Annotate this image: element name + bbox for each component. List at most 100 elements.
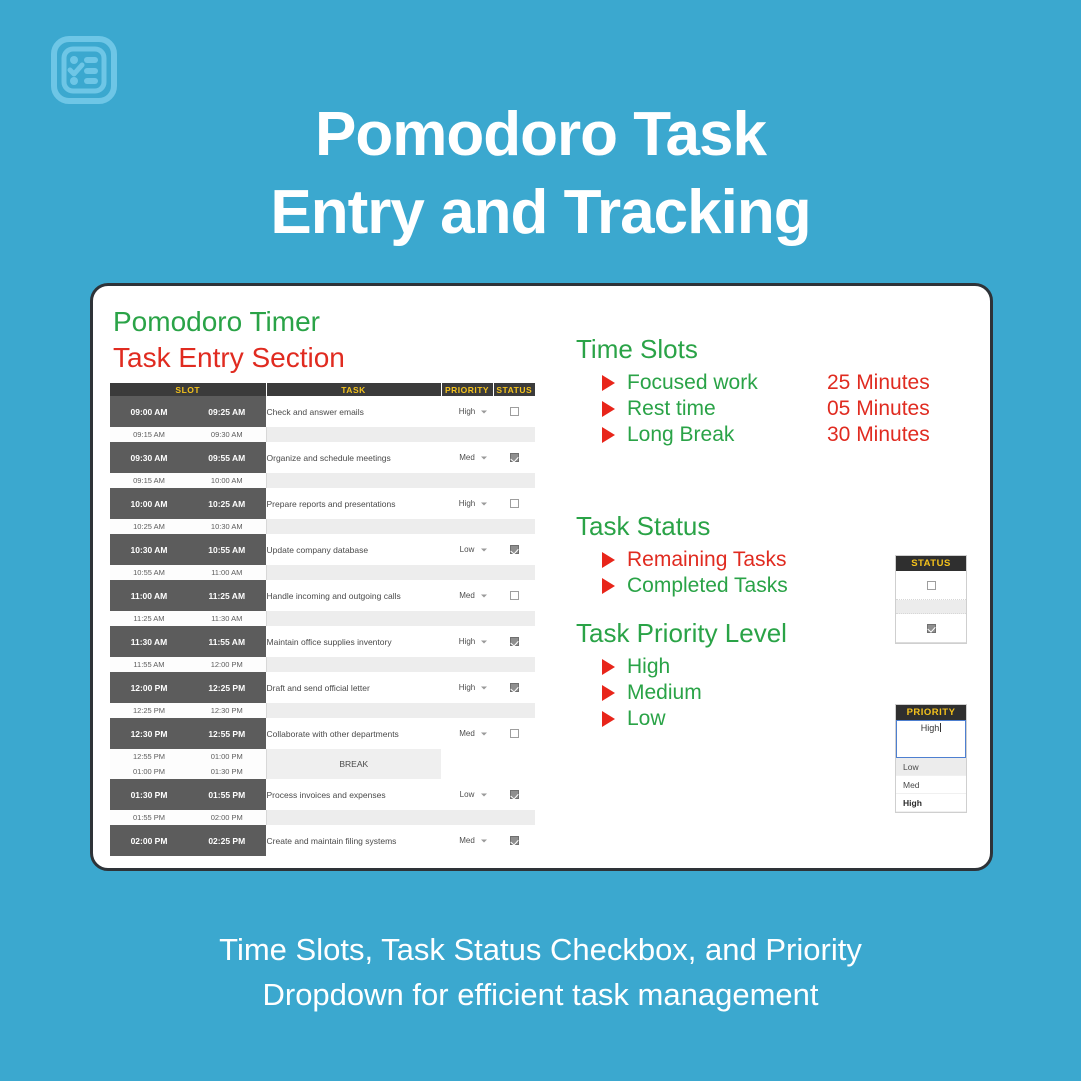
card-heading-primary: Pomodoro Timer <box>113 306 320 337</box>
slot-start-cell[interactable]: 09:30 AM <box>110 442 188 473</box>
priority-dropdown-options[interactable]: Low Med High <box>896 758 966 812</box>
time-slot-item: Rest time 05 Minutes <box>602 397 976 421</box>
checkbox-checked-icon[interactable] <box>509 790 519 800</box>
checkbox-checked-icon[interactable] <box>509 453 519 463</box>
task-cell[interactable]: Draft and send official letter <box>266 672 442 703</box>
priority-value: Low <box>459 790 475 799</box>
priority-cell[interactable]: Med <box>441 580 494 611</box>
table-row: 02:00 PM 02:25 PM Create and maintain fili… <box>110 825 536 856</box>
status-cell[interactable] <box>493 488 536 519</box>
priority-option[interactable]: Med <box>896 776 966 794</box>
slot-end-cell[interactable]: 10:25 AM <box>188 488 267 519</box>
checkbox-unchecked-icon[interactable] <box>926 580 936 590</box>
status-cell[interactable] <box>493 718 536 749</box>
table-row: 01:30 PM 01:55 PM Process invoices and exp… <box>110 779 536 810</box>
table-row: 09:00 AM 09:25 AM Check and answer emails H… <box>110 396 536 427</box>
column-header-status: STATUS <box>493 383 536 396</box>
task-cell[interactable]: Handle incoming and outgoing calls <box>266 580 442 611</box>
slot-end-cell[interactable]: 11:25 AM <box>188 580 267 611</box>
slot-start-cell[interactable]: 10:00 AM <box>110 488 188 519</box>
status-cell[interactable] <box>493 534 536 565</box>
chevron-down-icon[interactable] <box>481 594 488 597</box>
slot-start-cell[interactable]: 09:00 AM <box>110 396 188 427</box>
status-cell[interactable] <box>493 580 536 611</box>
priority-cell[interactable]: Med <box>441 442 494 473</box>
checkbox-unchecked-icon[interactable] <box>509 729 519 739</box>
task-priority-label: Low <box>627 707 666 730</box>
slot-end-cell[interactable]: 09:55 AM <box>188 442 267 473</box>
checkbox-checked-icon[interactable] <box>509 545 519 555</box>
slot-start-cell[interactable]: 10:30 AM <box>110 534 188 565</box>
chevron-down-icon[interactable] <box>481 456 488 459</box>
time-slot-label: Long Break <box>627 423 735 446</box>
chevron-down-icon[interactable] <box>481 640 488 643</box>
task-cell[interactable]: Prepare reports and presentations <box>266 488 442 519</box>
task-cell[interactable]: Update company database <box>266 534 442 565</box>
chevron-down-icon[interactable] <box>481 793 488 796</box>
time-slot-value: 25 Minutes <box>827 371 930 394</box>
priority-widget[interactable]: PRIORITY High Low Med High <box>895 704 967 813</box>
table-gap-row: 10:55 AM 11:00 AM <box>110 565 536 580</box>
checkbox-checked-icon[interactable] <box>509 836 519 846</box>
chevron-down-icon[interactable] <box>481 548 488 551</box>
task-cell[interactable]: Organize and schedule meetings <box>266 442 442 473</box>
chevron-down-icon[interactable] <box>481 839 488 842</box>
priority-cell[interactable]: High <box>441 626 494 657</box>
slot-start-cell[interactable]: 02:00 PM <box>110 825 188 856</box>
checkbox-unchecked-icon[interactable] <box>509 591 519 601</box>
status-cell[interactable] <box>493 672 536 703</box>
checkbox-checked-icon[interactable] <box>509 637 519 647</box>
status-cell[interactable] <box>493 825 536 856</box>
chevron-down-icon[interactable] <box>481 502 488 505</box>
gap-priority-cell <box>441 565 494 580</box>
chevron-down-icon[interactable] <box>481 686 488 689</box>
status-cell[interactable] <box>493 396 536 427</box>
checkbox-checked-icon[interactable] <box>509 683 519 693</box>
priority-cell[interactable]: Med <box>441 825 494 856</box>
gap-start-cell: 09:15 AM <box>110 473 188 488</box>
slot-end-cell[interactable]: 12:25 PM <box>188 672 267 703</box>
task-schedule-table[interactable]: SLOT TASK PRIORITY STATUS 09:00 AM 09:25 … <box>110 383 536 856</box>
priority-option[interactable]: Low <box>896 758 966 776</box>
slot-start-cell[interactable]: 12:30 PM <box>110 718 188 749</box>
checkbox-checked-icon[interactable] <box>926 623 936 633</box>
task-cell[interactable]: Check and answer emails <box>266 396 442 427</box>
checkbox-unchecked-icon[interactable] <box>509 407 519 417</box>
priority-value: Med <box>459 836 475 845</box>
slot-start-cell[interactable]: 11:30 AM <box>110 626 188 657</box>
slot-start-cell[interactable]: 12:00 PM <box>110 672 188 703</box>
slot-end-cell[interactable]: 09:25 AM <box>188 396 267 427</box>
task-cell[interactable]: Maintain office supplies inventory <box>266 626 442 657</box>
task-cell[interactable]: Collaborate with other departments <box>266 718 442 749</box>
status-widget-unchecked-row[interactable] <box>896 571 966 600</box>
slot-end-cell[interactable]: 02:25 PM <box>188 825 267 856</box>
status-cell[interactable] <box>493 779 536 810</box>
slot-start-cell[interactable]: 01:30 PM <box>110 779 188 810</box>
gap-priority-cell <box>441 427 494 442</box>
status-widget-checked-row[interactable] <box>896 614 966 643</box>
chevron-down-icon[interactable] <box>481 410 488 413</box>
priority-cell[interactable]: High <box>441 672 494 703</box>
priority-cell[interactable]: Med <box>441 718 494 749</box>
slot-end-cell[interactable]: 12:55 PM <box>188 718 267 749</box>
priority-cell[interactable]: High <box>441 488 494 519</box>
checkbox-unchecked-icon[interactable] <box>509 499 519 509</box>
task-cell[interactable]: Create and maintain filing systems <box>266 825 442 856</box>
page-caption: Time Slots, Task Status Checkbox, and Pr… <box>0 928 1081 1018</box>
chevron-down-icon[interactable] <box>481 732 488 735</box>
gap-start-cell: 01:55 PM <box>110 810 188 825</box>
status-cell[interactable] <box>493 626 536 657</box>
card-heading-secondary: Task Entry Section <box>113 341 345 373</box>
priority-cell[interactable]: High <box>441 396 494 427</box>
priority-cell[interactable]: Low <box>441 534 494 565</box>
priority-option[interactable]: High <box>896 794 966 812</box>
slot-end-cell[interactable]: 10:55 AM <box>188 534 267 565</box>
task-cell[interactable]: Process invoices and expenses <box>266 779 442 810</box>
priority-cell[interactable]: Low <box>441 779 494 810</box>
slot-start-cell[interactable]: 11:00 AM <box>110 580 188 611</box>
slot-end-cell[interactable]: 11:55 AM <box>188 626 267 657</box>
status-cell[interactable] <box>493 442 536 473</box>
priority-dropdown-input[interactable]: High <box>896 720 966 758</box>
status-widget[interactable]: STATUS <box>895 555 967 644</box>
slot-end-cell[interactable]: 01:55 PM <box>188 779 267 810</box>
